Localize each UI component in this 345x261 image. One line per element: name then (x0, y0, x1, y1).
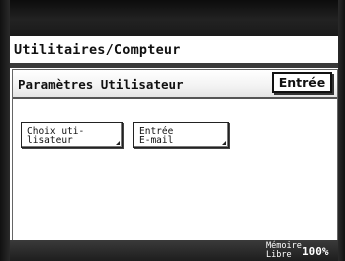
title-divider (10, 63, 338, 68)
device-display: Utilitaires/Compteur Paramètres Utilisat… (0, 0, 345, 261)
display-bezel-right (338, 0, 345, 261)
user-settings-panel: Paramètres Utilisateur Entrée Choix uti-… (12, 69, 338, 261)
free-memory-value: 100% (302, 245, 329, 258)
email-entry-button[interactable]: Entrée E-mail (133, 122, 229, 148)
submenu-corner-icon (116, 141, 120, 145)
panel-title: Paramètres Utilisateur (18, 77, 184, 92)
free-memory-label: Mémoire Libre (266, 242, 302, 260)
user-choice-button[interactable]: Choix uti- lisateur (21, 122, 123, 148)
free-memory-label-line2: Libre (266, 249, 292, 260)
panel-header: Paramètres Utilisateur Entrée (13, 70, 337, 99)
display-bezel-left (0, 0, 10, 261)
display-bezel-top (0, 0, 345, 36)
submenu-corner-icon (222, 141, 226, 145)
enter-button[interactable]: Entrée (272, 72, 332, 93)
email-entry-label-line2: E-mail (139, 135, 174, 146)
status-bar: Mémoire Libre 100% (10, 240, 338, 261)
screen-title: Utilitaires/Compteur (14, 42, 181, 58)
user-choice-label-line2: lisateur (27, 135, 73, 146)
touch-screen: Utilitaires/Compteur Paramètres Utilisat… (10, 36, 338, 261)
